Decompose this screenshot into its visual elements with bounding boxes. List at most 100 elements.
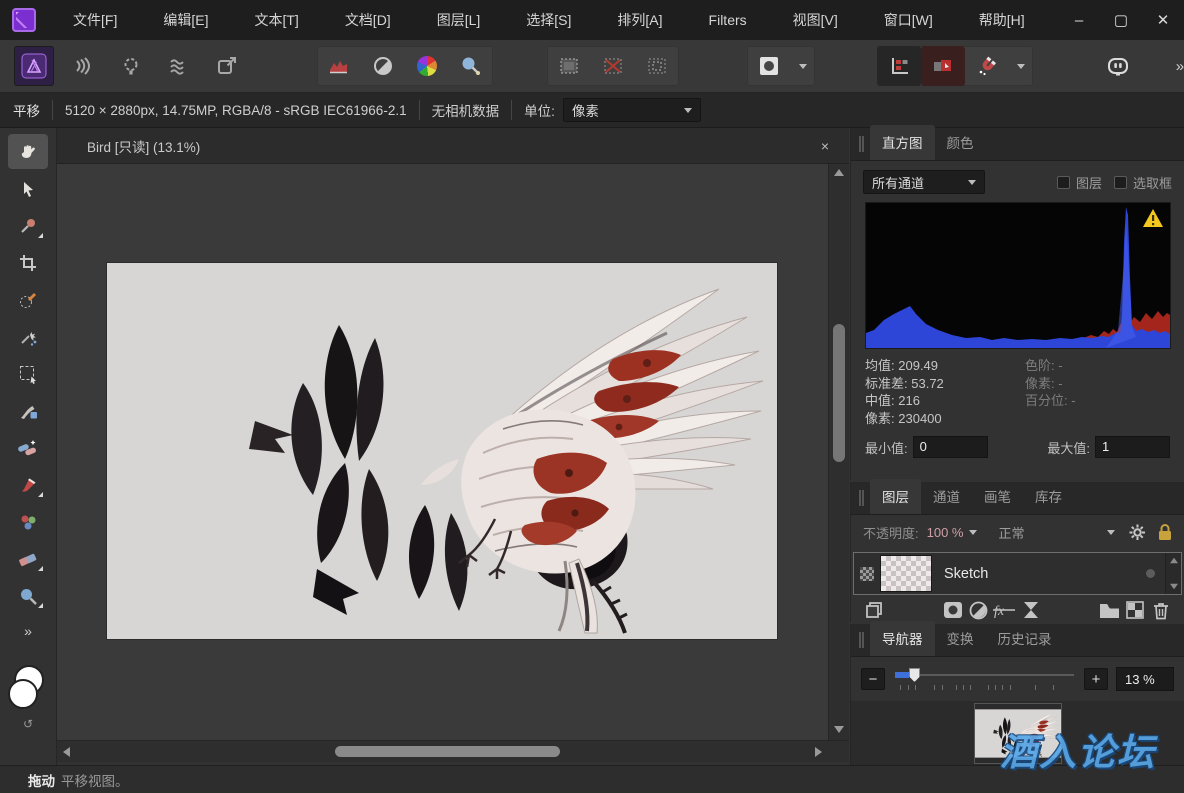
live-filter-button[interactable]: fx <box>992 599 1018 621</box>
tab-close-icon[interactable]: × <box>813 138 837 154</box>
tab-channels[interactable]: 通道 <box>921 479 972 514</box>
levels-button[interactable] <box>317 46 361 86</box>
robot-assistant-button[interactable] <box>1097 46 1137 86</box>
menu-layer[interactable]: 图层[L] <box>414 0 504 40</box>
color-picker-tool[interactable] <box>8 208 48 243</box>
tab-layers[interactable]: 图层 <box>870 479 921 514</box>
gear-icon[interactable] <box>1129 524 1146 541</box>
tab-navigator[interactable]: 导航器 <box>870 621 935 656</box>
menu-document[interactable]: 文档[D] <box>322 0 414 40</box>
tab-transform[interactable]: 变换 <box>935 621 986 656</box>
tab-history[interactable]: 历史记录 <box>986 621 1064 656</box>
select-all-button[interactable] <box>547 46 591 86</box>
liquify-persona-button[interactable] <box>62 46 102 86</box>
maximize-button[interactable]: ▢ <box>1100 0 1142 40</box>
flood-select-tool[interactable] <box>8 319 48 354</box>
layer-checkbox[interactable] <box>1057 176 1070 189</box>
zoom-out-button[interactable]: − <box>861 668 885 690</box>
opacity-value[interactable]: 100 % <box>927 525 964 540</box>
scroll-up-arrow[interactable] <box>834 169 844 176</box>
invert-selection-button[interactable] <box>635 46 679 86</box>
layer-list-scrollbar[interactable] <box>1165 553 1181 594</box>
zoom-slider[interactable] <box>895 667 1074 691</box>
paint-brush-tool[interactable] <box>8 467 48 502</box>
color-wheel-button[interactable] <box>405 46 449 86</box>
mask-layer-button[interactable] <box>940 599 966 621</box>
view-mode-dropdown[interactable] <box>791 46 815 86</box>
delete-layer-button[interactable] <box>1148 599 1174 621</box>
vertical-scrollbar[interactable] <box>828 164 849 740</box>
tab-brushes[interactable]: 画笔 <box>972 479 1023 514</box>
vertical-scroll-thumb[interactable] <box>833 324 845 462</box>
menu-view[interactable]: 视图[V] <box>770 0 861 40</box>
chevron-down-icon[interactable] <box>969 530 977 535</box>
menu-text[interactable]: 文本[T] <box>231 0 321 40</box>
menu-file[interactable]: 文件[F] <box>50 0 140 40</box>
clone-stamp-tool[interactable] <box>8 504 48 539</box>
menu-window[interactable]: 窗口[W] <box>861 0 956 40</box>
zoom-value-field[interactable]: 13 % <box>1116 667 1174 691</box>
photo-persona-button[interactable] <box>14 46 54 86</box>
group-layers-button[interactable] <box>1096 599 1122 621</box>
tab-histogram[interactable]: 直方图 <box>870 125 935 160</box>
deselect-button[interactable] <box>591 46 635 86</box>
layer-thumbnail[interactable] <box>880 555 932 592</box>
scroll-right-arrow[interactable] <box>815 747 822 757</box>
slider-track[interactable] <box>895 674 1074 676</box>
document-tab[interactable]: Bird [只读] (13.1%) × <box>57 128 849 163</box>
assistant-button[interactable] <box>877 46 921 86</box>
fill-color-well[interactable] <box>8 679 38 709</box>
toolbar-overflow-button[interactable]: » <box>1176 58 1184 75</box>
horizontal-scrollbar[interactable] <box>57 740 849 762</box>
histogram-warning-icon[interactable] <box>1142 208 1164 228</box>
slider-thumb[interactable] <box>909 668 920 682</box>
move-tool[interactable] <box>8 171 48 206</box>
layer-mask-button[interactable] <box>1122 599 1148 621</box>
menu-edit[interactable]: 编辑[E] <box>140 0 231 40</box>
marquee-tool[interactable] <box>8 356 48 391</box>
duplicate-layer-button[interactable] <box>861 599 887 621</box>
scroll-left-arrow[interactable] <box>63 747 70 757</box>
unit-dropdown[interactable]: 像素 <box>563 98 701 122</box>
develop-persona-button[interactable] <box>111 46 151 86</box>
snapping-dropdown[interactable] <box>1009 46 1033 86</box>
export-persona-button[interactable] <box>207 46 247 86</box>
view-hand-tool[interactable] <box>8 134 48 169</box>
magnet-snap-button[interactable] <box>965 46 1009 86</box>
minimize-button[interactable]: – <box>1058 0 1100 40</box>
panel-grip[interactable] <box>859 490 864 506</box>
adjustment-layer-button[interactable] <box>966 599 992 621</box>
undo-brush-tool[interactable] <box>8 393 48 428</box>
blend-chevron-icon[interactable] <box>1107 530 1115 535</box>
eraser-tool[interactable] <box>8 541 48 576</box>
max-input[interactable]: 1 <box>1095 436 1170 458</box>
blur-tool[interactable] <box>8 578 48 613</box>
menu-arrange[interactable]: 排列[A] <box>594 0 685 40</box>
menu-select[interactable]: 选择[S] <box>503 0 594 40</box>
snapping-preset-button[interactable] <box>921 46 965 86</box>
lock-icon[interactable] <box>1158 524 1172 541</box>
layer-effects-button[interactable] <box>1018 599 1044 621</box>
blend-mode-value[interactable]: 正常 <box>999 523 1025 542</box>
layers-scroll-up-arrow[interactable] <box>1170 558 1178 564</box>
layers-scroll-down-arrow[interactable] <box>1170 584 1178 590</box>
canvas-viewport[interactable] <box>57 164 828 740</box>
tab-color[interactable]: 颜色 <box>935 125 986 160</box>
healing-brush-tool[interactable] <box>8 430 48 465</box>
menu-help[interactable]: 帮助[H] <box>956 0 1048 40</box>
tone-mapping-persona-button[interactable] <box>159 46 199 86</box>
crop-tool[interactable] <box>8 245 48 280</box>
layer-visibility-toggle[interactable] <box>1146 569 1155 578</box>
menu-filters[interactable]: Filters <box>686 0 770 40</box>
zoom-in-button[interactable]: + <box>1084 668 1108 690</box>
scroll-down-arrow[interactable] <box>834 726 844 733</box>
layer-row-sketch[interactable]: Sketch <box>853 552 1182 595</box>
palette-expander[interactable]: » <box>24 623 32 639</box>
selection-brush-tool[interactable] <box>8 282 48 317</box>
panel-grip[interactable] <box>859 632 864 648</box>
brush-settings-button[interactable] <box>449 46 493 86</box>
horizontal-scroll-thumb[interactable] <box>335 746 560 757</box>
panel-grip[interactable] <box>859 136 864 152</box>
tab-stock[interactable]: 库存 <box>1023 479 1074 514</box>
channel-dropdown[interactable]: 所有通道 <box>863 170 985 194</box>
